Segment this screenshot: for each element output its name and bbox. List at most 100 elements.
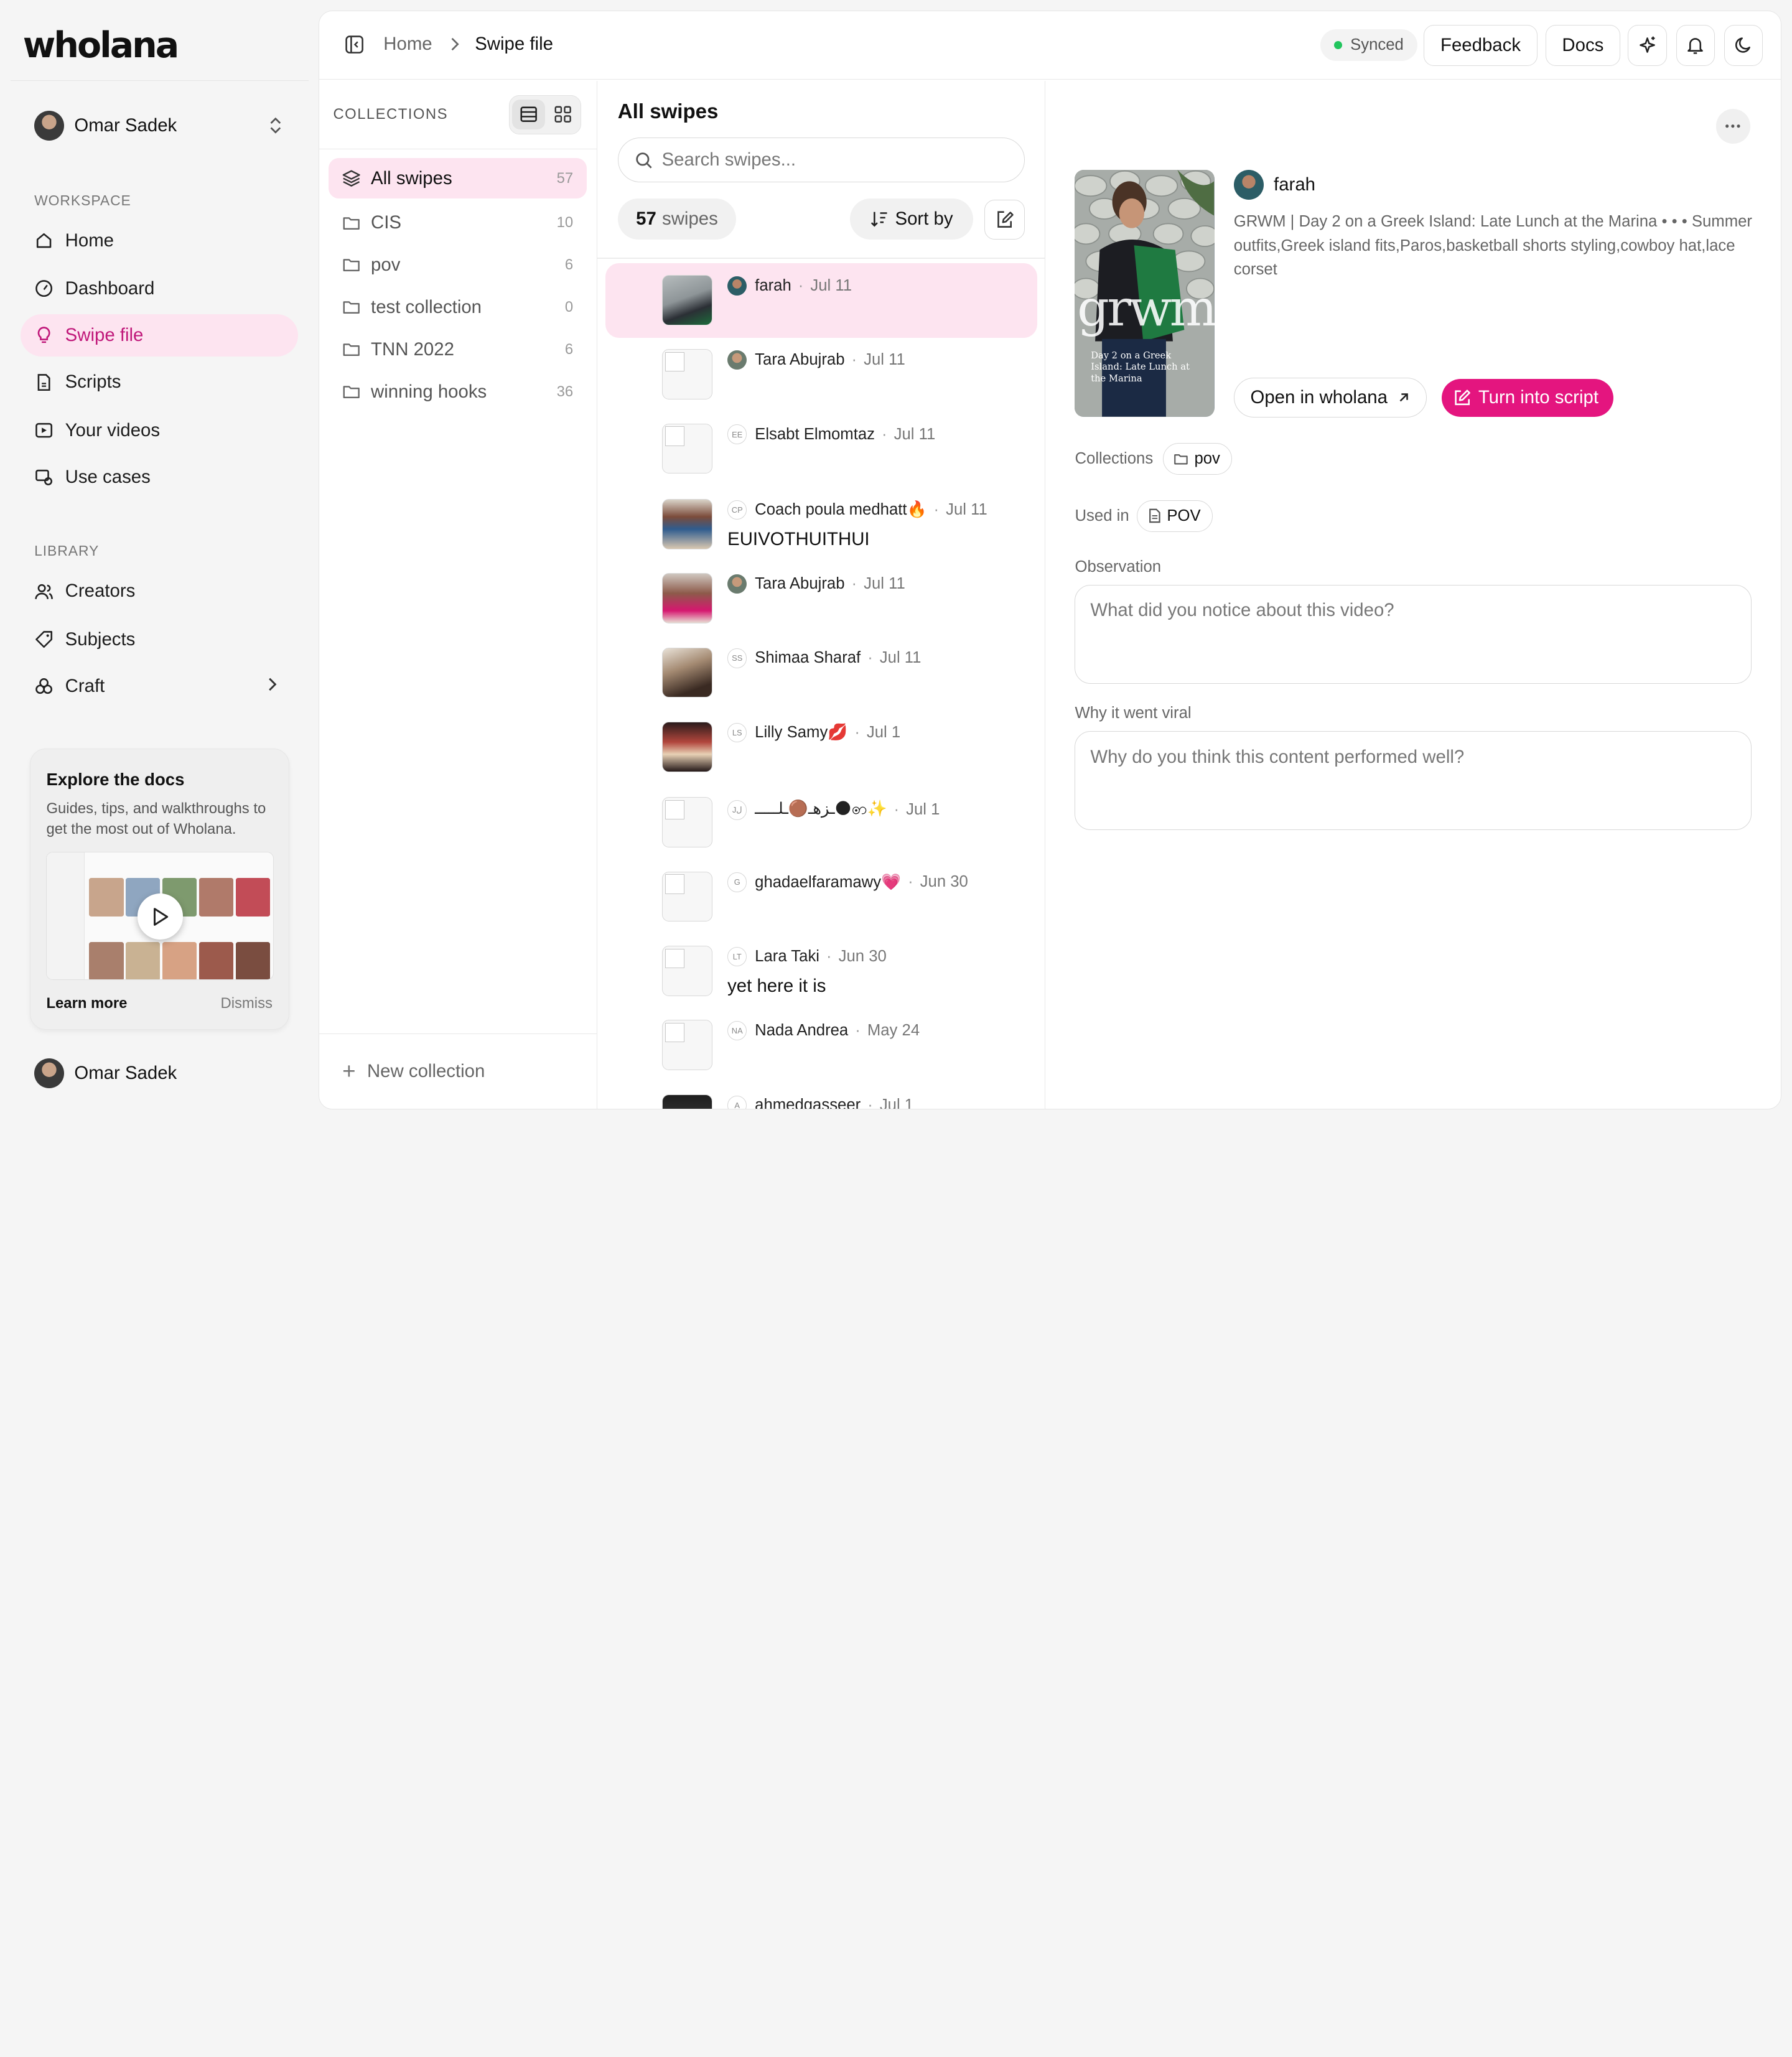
viral-reason-input[interactable] bbox=[1090, 746, 1736, 815]
notifications-button[interactable] bbox=[1676, 24, 1715, 66]
swipe-date: Jul 1 bbox=[854, 724, 900, 742]
collections-label: Collections bbox=[1075, 449, 1154, 467]
swipe-item[interactable]: Aahmedgasseer Jul 1 bbox=[605, 1083, 1037, 1109]
swipe-item[interactable]: Gghadaelfaramawy💗 Jun 30 bbox=[605, 860, 1037, 934]
collection-item-cis[interactable]: CIS 10 bbox=[329, 203, 587, 243]
creator-name: ghadaelfaramawy💗 bbox=[755, 873, 902, 891]
swipe-item[interactable]: Tara Abujrab Jul 11 bbox=[605, 562, 1037, 636]
turn-into-script-button[interactable]: Turn into script bbox=[1442, 378, 1613, 417]
sidebar-toggle-icon[interactable] bbox=[345, 35, 364, 54]
used-in-chip[interactable]: POV bbox=[1136, 500, 1213, 533]
edit-icon bbox=[1455, 389, 1471, 405]
nav-dashboard[interactable]: Dashboard bbox=[21, 268, 298, 310]
external-arrow-icon bbox=[1399, 393, 1408, 402]
feedback-button[interactable]: Feedback bbox=[1423, 24, 1538, 66]
collection-item-tnn-2022[interactable]: TNN 2022 6 bbox=[329, 330, 587, 370]
swipe-date: Jul 11 bbox=[852, 575, 905, 593]
explore-video-thumbnail[interactable] bbox=[46, 852, 274, 981]
nav-swipe-file[interactable]: Swipe file bbox=[21, 314, 299, 357]
video-thumbnail[interactable]: grwm Day 2 on a Greek Island: Late Lunch… bbox=[1075, 169, 1215, 417]
user-name: Omar Sadek bbox=[74, 115, 177, 136]
divider bbox=[597, 258, 1045, 259]
swipe-caption: yet here it is bbox=[727, 975, 826, 996]
nav-home[interactable]: Home bbox=[21, 220, 298, 262]
collection-item-pov[interactable]: pov 6 bbox=[329, 245, 587, 285]
nav-subjects[interactable]: Subjects bbox=[21, 618, 298, 661]
swipe-count-label: swipes bbox=[662, 208, 718, 229]
new-collection-button[interactable]: + New collection bbox=[319, 1033, 597, 1109]
sort-by-button[interactable]: Sort by bbox=[849, 198, 974, 240]
chevron-right-icon bbox=[269, 678, 277, 691]
user-menu[interactable]: Omar Sadek bbox=[34, 1058, 177, 1088]
swipe-date: Jul 11 bbox=[867, 649, 922, 667]
collection-label: All swipes bbox=[371, 167, 452, 189]
swipe-item[interactable]: SS Shimaa Sharaf Jul 11 bbox=[605, 636, 1037, 710]
creator-name: ahmedgasseer bbox=[755, 1096, 861, 1109]
list-view-button[interactable] bbox=[512, 99, 546, 129]
swipe-date: Jul 1 bbox=[867, 1096, 913, 1109]
nav-label: Scripts bbox=[65, 371, 121, 393]
nav-scripts[interactable]: Scripts bbox=[21, 361, 298, 403]
swipe-item[interactable]: NA Nada Andrea May 24 bbox=[605, 1009, 1037, 1083]
play-button[interactable] bbox=[137, 893, 183, 940]
swipe-item[interactable]: Jل ـزهـ🟤ـلـــــ🌑ꩦ✨ Jul 1 bbox=[605, 786, 1037, 860]
swipe-item[interactable]: EE Elsabt Elmomtaz Jul 11 bbox=[605, 412, 1037, 486]
play-icon bbox=[153, 907, 168, 926]
video-icon bbox=[35, 422, 53, 438]
swipe-item[interactable]: CP Coach poula medhatt🔥 Jul 11 EUIVOTHUITH… bbox=[605, 487, 1037, 561]
collection-item-test-collection[interactable]: test collection 0 bbox=[329, 287, 587, 327]
creator-name: Tara Abujrab bbox=[755, 351, 845, 369]
search-input[interactable] bbox=[661, 149, 1005, 171]
folder-icon bbox=[343, 301, 360, 314]
nav-creators[interactable]: Creators bbox=[21, 571, 298, 613]
grid-view-button[interactable] bbox=[546, 100, 579, 129]
folder-icon bbox=[343, 217, 360, 230]
nav-your-videos[interactable]: Your videos bbox=[21, 409, 298, 452]
swipe-date: Jul 11 bbox=[934, 501, 987, 519]
collection-chip[interactable]: pov bbox=[1162, 442, 1233, 475]
creator-avatar: EE bbox=[727, 424, 747, 444]
user-switcher[interactable]: Omar Sadek bbox=[34, 110, 283, 141]
swipe-item[interactable]: LS Lilly Samy💋 Jul 1 bbox=[605, 711, 1037, 785]
home-icon bbox=[36, 233, 52, 248]
user-name: Omar Sadek bbox=[74, 1062, 177, 1083]
learn-more-link[interactable]: Learn more bbox=[46, 995, 127, 1012]
swipe-date: Jul 11 bbox=[798, 277, 852, 295]
swipe-date: Jul 11 bbox=[882, 426, 936, 444]
swipe-thumbnail bbox=[662, 797, 713, 847]
swipe-item[interactable]: Tara Abujrab Jul 11 bbox=[605, 338, 1037, 412]
folder-icon bbox=[343, 386, 360, 399]
creator-name: Coach poula medhatt🔥 bbox=[755, 501, 927, 519]
creator-name: farah bbox=[1274, 174, 1316, 195]
swipe-thumbnail bbox=[662, 423, 713, 474]
swipe-item[interactable]: farah Jul 11 bbox=[605, 263, 1037, 338]
breadcrumb-home[interactable]: Home bbox=[383, 34, 432, 55]
explore-text: Guides, tips, and walkthroughs to get th… bbox=[46, 800, 266, 838]
creator-avatar: A bbox=[727, 1095, 747, 1109]
dismiss-button[interactable]: Dismiss bbox=[220, 995, 273, 1012]
bulk-edit-button[interactable] bbox=[984, 199, 1025, 240]
docs-button[interactable]: Docs bbox=[1546, 24, 1620, 66]
nav-craft[interactable]: Craft bbox=[21, 665, 298, 707]
collection-item-winning-hooks[interactable]: winning hooks 36 bbox=[329, 372, 587, 412]
avatar bbox=[34, 1058, 64, 1088]
collection-label: TNN 2022 bbox=[371, 339, 454, 360]
chevron-right-icon bbox=[451, 37, 459, 50]
collection-item-all-swipes[interactable]: All swipes 57 bbox=[329, 158, 587, 198]
ai-sparkle-button[interactable] bbox=[1628, 24, 1667, 66]
creator-avatar: LT bbox=[727, 946, 747, 966]
swipe-date: Jun 30 bbox=[826, 948, 887, 966]
gauge-icon bbox=[35, 280, 53, 297]
observation-input[interactable] bbox=[1090, 600, 1736, 669]
explore-docs-card: Explore the docs Guides, tips, and walkt… bbox=[29, 749, 289, 1030]
swipe-thumbnail bbox=[662, 274, 713, 325]
used-in-chip-label: POV bbox=[1167, 506, 1201, 525]
document-icon bbox=[1149, 508, 1160, 523]
open-in-wholana-button[interactable]: Open in wholana bbox=[1233, 378, 1427, 418]
theme-toggle-button[interactable] bbox=[1724, 24, 1763, 66]
swipe-item[interactable]: LT Lara Taki Jun 30 yet here it is bbox=[605, 935, 1037, 1009]
nav-use-cases[interactable]: Use cases bbox=[21, 456, 298, 498]
sync-status-badge: Synced bbox=[1320, 29, 1417, 62]
collection-chip-label: pov bbox=[1194, 449, 1220, 467]
more-options-button[interactable] bbox=[1715, 109, 1750, 144]
